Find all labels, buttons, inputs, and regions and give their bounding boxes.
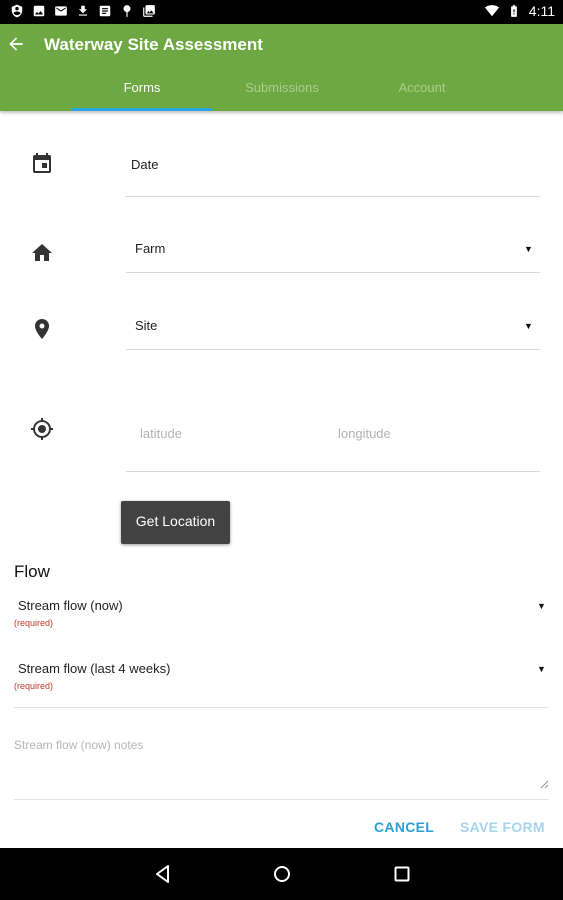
stream-flow-now-select[interactable]: Stream flow (now) bbox=[18, 598, 123, 613]
date-field[interactable]: Date bbox=[131, 157, 158, 172]
location-pin-icon bbox=[30, 317, 54, 341]
stream-flow-last4-caret-icon[interactable]: ▼ bbox=[537, 664, 546, 674]
stream-flow-last4-select[interactable]: Stream flow (last 4 weeks) bbox=[18, 661, 170, 676]
site-select-underline bbox=[126, 349, 540, 350]
battery-icon bbox=[507, 4, 521, 18]
clock-time: 4:11 bbox=[528, 3, 555, 19]
tab-submissions[interactable]: Submissions bbox=[212, 78, 352, 111]
app-title: Waterway Site Assessment bbox=[44, 35, 263, 54]
stream-flow-last4-required: (required) bbox=[14, 681, 54, 691]
location-underline bbox=[126, 471, 540, 472]
date-field-underline bbox=[126, 196, 540, 197]
resize-grip-icon[interactable] bbox=[540, 776, 549, 789]
tab-bar: Forms Submissions Account bbox=[72, 78, 492, 111]
arrow-left-icon bbox=[6, 37, 26, 58]
tack-icon bbox=[120, 4, 134, 18]
stream-flow-now-required: (required) bbox=[14, 618, 54, 628]
recents-square-icon[interactable] bbox=[391, 863, 413, 885]
latitude-input[interactable]: latitude bbox=[140, 426, 182, 441]
email-icon bbox=[54, 4, 68, 18]
site-select[interactable]: Site bbox=[135, 318, 157, 333]
gps-target-icon bbox=[30, 417, 54, 441]
save-form-button[interactable]: SAVE FORM bbox=[460, 819, 545, 835]
calendar-icon bbox=[30, 151, 54, 175]
flow-section-title: Flow bbox=[14, 562, 50, 581]
get-location-button[interactable]: Get Location bbox=[121, 501, 230, 544]
download-icon bbox=[76, 4, 90, 18]
farm-select-underline bbox=[126, 272, 540, 273]
home-icon bbox=[30, 241, 54, 265]
images-icon bbox=[142, 4, 156, 18]
wifi-icon bbox=[484, 4, 499, 18]
stream-flow-notes-textarea[interactable]: Stream flow (now) notes bbox=[14, 738, 143, 752]
farm-dropdown-caret-icon[interactable]: ▼ bbox=[524, 244, 533, 254]
section-divider bbox=[14, 707, 549, 708]
image-icon bbox=[32, 4, 46, 18]
shield-icon bbox=[10, 4, 24, 18]
site-dropdown-caret-icon[interactable]: ▼ bbox=[524, 321, 533, 331]
notes-divider bbox=[14, 799, 549, 800]
tab-account[interactable]: Account bbox=[352, 78, 492, 111]
longitude-input[interactable]: longitude bbox=[338, 426, 391, 441]
document-icon bbox=[98, 4, 112, 18]
tab-forms[interactable]: Forms bbox=[72, 78, 212, 111]
app-bar: Waterway Site Assessment Forms Submissio… bbox=[0, 24, 563, 111]
stream-flow-now-caret-icon[interactable]: ▼ bbox=[537, 601, 546, 611]
status-bar: 4:11 bbox=[0, 0, 563, 24]
home-circle-icon[interactable] bbox=[271, 863, 293, 885]
system-nav-bar bbox=[0, 848, 563, 900]
back-button[interactable] bbox=[6, 34, 28, 56]
farm-select[interactable]: Farm bbox=[135, 241, 165, 256]
cancel-button[interactable]: CANCEL bbox=[374, 819, 434, 835]
back-triangle-icon[interactable] bbox=[152, 863, 174, 885]
